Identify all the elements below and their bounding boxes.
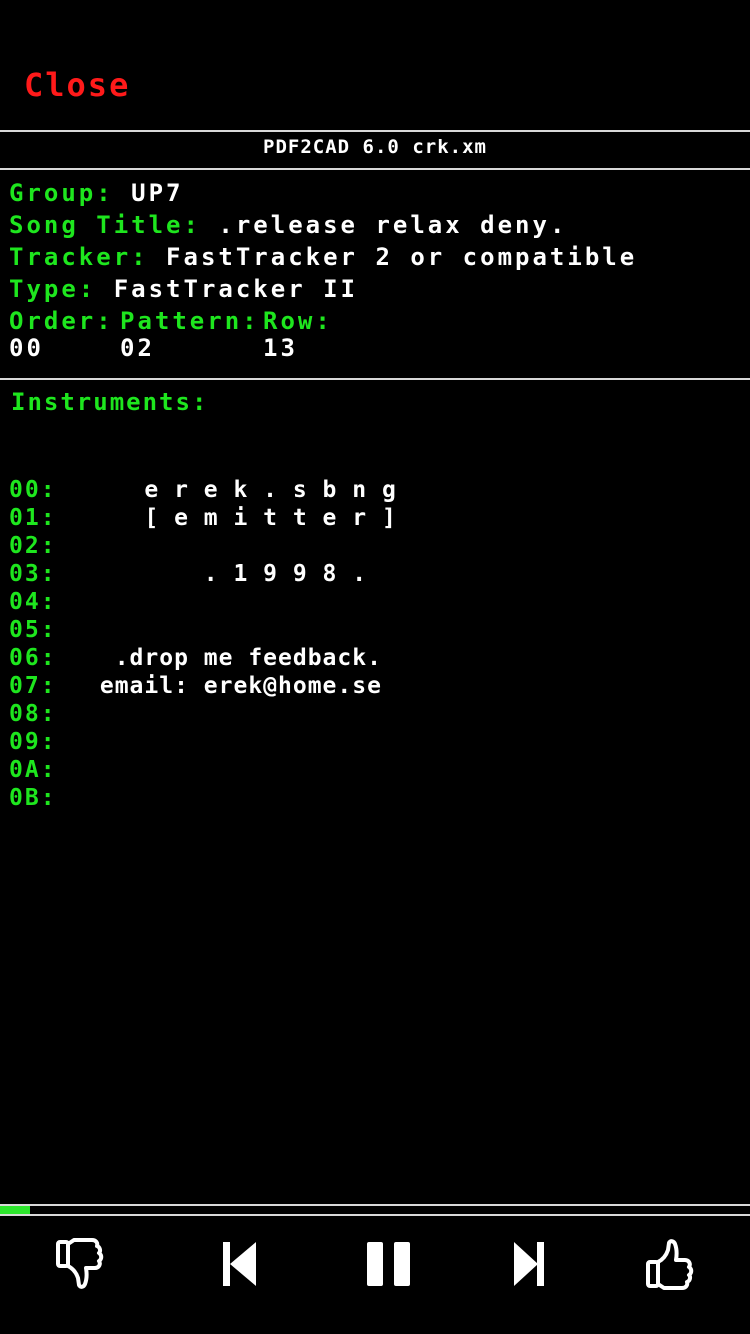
pause-button[interactable] (359, 1234, 419, 1294)
song-title-row: Song Title: .release relax deny. (9, 209, 567, 241)
divider (0, 168, 750, 170)
instrument-index: 01: (9, 505, 57, 531)
divider (0, 378, 750, 380)
progress-fill (0, 1206, 30, 1214)
close-button[interactable]: Close (24, 66, 130, 104)
instrument-list: 00: e r e k . s b n g 01: [ e m i t t e … (9, 477, 739, 813)
next-button[interactable] (498, 1234, 558, 1294)
thumbs-up-icon (646, 1239, 694, 1290)
divider (0, 130, 750, 132)
instrument-name: email: erek@home.se (85, 673, 382, 699)
tracker-label: Tracker: (9, 243, 149, 271)
file-title: PDF2CAD 6.0 crk.xm (263, 136, 487, 158)
type-label: Type: (9, 275, 97, 303)
song-title-label: Song Title: (9, 211, 201, 239)
type-value: FastTracker II (113, 275, 358, 303)
group-label: Group: (9, 179, 114, 207)
instrument-index: 05: (9, 617, 57, 643)
pause-icon (367, 1242, 410, 1286)
skip-next-icon (514, 1242, 544, 1286)
instrument-row: 0B: (9, 785, 739, 813)
instrument-index: 0A: (9, 757, 57, 783)
instrument-row: 02: (9, 533, 739, 561)
instrument-index: 09: (9, 729, 57, 755)
instrument-row: 05: (9, 617, 739, 645)
progress-border (0, 1204, 750, 1206)
instrument-row: 03: . 1 9 9 8 . (9, 561, 739, 589)
instrument-index: 0B: (9, 785, 57, 811)
thumbs-down-icon (56, 1238, 104, 1289)
instrument-index: 07: (9, 673, 57, 699)
instrument-index: 03: (9, 561, 57, 587)
instrument-index: 04: (9, 589, 57, 615)
instrument-name: [ e m i t t e r ] (85, 505, 397, 531)
instrument-index: 06: (9, 645, 57, 671)
skip-previous-icon (223, 1242, 256, 1286)
instruments-heading: Instruments: (11, 388, 209, 416)
group-value: UP7 (131, 179, 184, 207)
row-value: 13 (263, 334, 298, 362)
song-title-value: .release relax deny. (218, 211, 568, 239)
instrument-row: 07: email: erek@home.se (9, 673, 739, 701)
row-label: Row: (263, 307, 333, 335)
player-controls (0, 1218, 750, 1334)
instrument-index: 00: (9, 477, 57, 503)
instrument-row: 09: (9, 729, 739, 757)
instrument-row: 04: (9, 589, 739, 617)
instrument-row: 00: e r e k . s b n g (9, 477, 739, 505)
tracker-value: FastTracker 2 or compatible (166, 243, 638, 271)
instrument-row: 06: .drop me feedback. (9, 645, 739, 673)
previous-button[interactable] (208, 1234, 268, 1294)
tracker-row: Tracker: FastTracker 2 or compatible (9, 241, 637, 273)
group-row: Group: UP7 (9, 177, 184, 209)
order-value: 00 (9, 334, 44, 362)
pattern-value: 02 (120, 334, 155, 362)
position-values: 00 02 13 (9, 334, 409, 364)
instrument-index: 02: (9, 533, 57, 559)
instrument-row: 08: (9, 701, 739, 729)
pattern-label: Pattern: (120, 307, 260, 335)
instrument-index: 08: (9, 701, 57, 727)
like-button[interactable] (640, 1234, 700, 1294)
instrument-row: 01: [ e m i t t e r ] (9, 505, 739, 533)
dislike-button[interactable] (50, 1234, 110, 1294)
progress-border (0, 1214, 750, 1216)
type-row: Type: FastTracker II (9, 273, 358, 305)
order-label: Order: (9, 307, 114, 335)
instrument-row: 0A: (9, 757, 739, 785)
instrument-name: e r e k . s b n g (85, 477, 397, 503)
instrument-name: . 1 9 9 8 . (85, 561, 368, 587)
progress-bar[interactable] (0, 1204, 750, 1216)
instrument-name: .drop me feedback. (85, 645, 382, 671)
